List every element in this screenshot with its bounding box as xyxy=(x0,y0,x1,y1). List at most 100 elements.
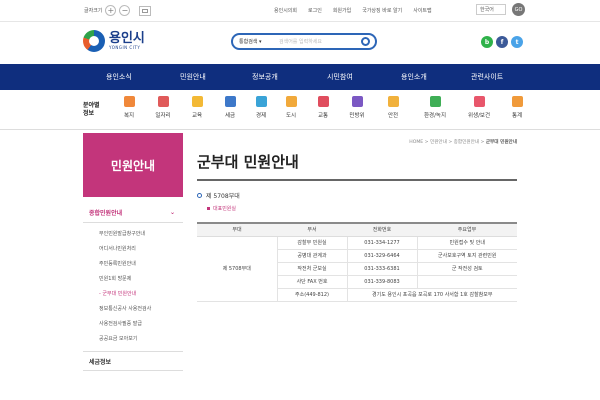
twitter-icon[interactable]: t xyxy=(511,36,523,48)
traffic-icon xyxy=(317,96,329,107)
lnb-item-kiosk[interactable]: 무인민원발급창구안내 xyxy=(99,227,183,242)
gnb-item-disclosure[interactable]: 정보공개 xyxy=(252,72,278,82)
category-education[interactable]: 교육 xyxy=(186,96,208,119)
gnb-item-news[interactable]: 용인소식 xyxy=(106,72,132,82)
site-logo[interactable]: 용인시 YONGIN CITY xyxy=(83,30,145,52)
health-icon xyxy=(473,96,485,107)
lnb-submenu: 무인민원발급창구안내 어디서나민원처리 주민등록민원안내 민원1회 방문제 - … xyxy=(83,223,183,347)
column-header: 주요업무 xyxy=(417,222,517,237)
table-cell: 031-339-8083 xyxy=(346,275,417,289)
link-join[interactable]: 회원가입 xyxy=(333,7,351,14)
link-login[interactable]: 로그인 xyxy=(308,7,322,14)
lnb-item-inspection-certificate[interactable]: 사용전검사필증 발급 xyxy=(99,317,183,332)
education-icon xyxy=(191,96,203,107)
category-title: 분야별 정보 xyxy=(83,102,100,117)
city-icon xyxy=(285,96,297,107)
unit-cell: 제 5708부대 xyxy=(197,236,277,302)
table-cell xyxy=(416,275,517,289)
gnb-item-civil[interactable]: 민원안내 xyxy=(180,72,206,82)
link-national-symbol[interactable]: 국가상징 바로 알기 xyxy=(362,7,402,14)
breadcrumb-general[interactable]: 종합민원안내 xyxy=(454,140,479,145)
facebook-icon[interactable]: f xyxy=(496,36,508,48)
tax-icon xyxy=(224,96,236,107)
table-cell: 군사보호구역 토지 관련민원 xyxy=(416,249,517,263)
social-links: b f t xyxy=(481,36,523,48)
category-tax[interactable]: 세금 xyxy=(219,96,241,119)
table-cell: 사단 FAX 번호 xyxy=(276,275,347,289)
print-icon xyxy=(142,8,149,13)
title-divider xyxy=(197,179,517,181)
chevron-down-icon: ⌄ xyxy=(169,209,175,216)
gnb-item-participation[interactable]: 시민참여 xyxy=(327,72,353,82)
lnb-item-one-visit[interactable]: 민원1회 방문제 xyxy=(99,272,183,287)
main-content: HOME > 민원안내 > 종합민원안내 > 군부대 민원안내 군부대 민원안내… xyxy=(197,133,517,400)
language-select[interactable]: 한국어 xyxy=(476,4,506,15)
category-city[interactable]: 도시 xyxy=(280,96,302,119)
link-sitemap[interactable]: 사이트맵 xyxy=(413,7,431,14)
contact-table: 부대 부서 전화번호 주요업무 제 5708부대 감찰부 민원실 031-334… xyxy=(197,222,517,302)
breadcrumb-civil[interactable]: 민원안내 xyxy=(430,140,447,145)
category-welfare[interactable]: 복지 xyxy=(118,96,140,119)
lnb-item-military[interactable]: - 군부대 민원안내 xyxy=(99,287,183,302)
address-cell: 경기도 용인시 포곡읍 포곡로 170 사서함 1호 감찰참모부 xyxy=(346,288,517,302)
search-input[interactable]: 검색어를 입력하세요 xyxy=(279,38,361,45)
table-cell: 작전처 군보실 xyxy=(276,262,347,276)
font-size-label: 글자크기 xyxy=(84,8,103,14)
category-health[interactable]: 위생/보건 xyxy=(464,96,494,119)
search-icon[interactable] xyxy=(361,37,370,46)
zoom-in-button[interactable]: + xyxy=(105,5,117,16)
civil-defense-icon xyxy=(351,96,363,107)
column-header: 부서 xyxy=(277,222,347,237)
lnb-item-utility-bills[interactable]: 공공요금 모아보기 xyxy=(99,332,183,347)
jobs-icon xyxy=(157,96,169,107)
print-button[interactable] xyxy=(139,5,152,16)
lnb-section-tax[interactable]: 세금정보 xyxy=(83,351,183,371)
unit-heading: 제 5708부대 xyxy=(197,191,240,200)
language-value: 한국어 xyxy=(480,7,494,13)
gnb-item-related-sites[interactable]: 관련사이트 xyxy=(471,72,503,82)
search-scope-select[interactable]: 통합검색 ▾ xyxy=(233,38,279,45)
page-title: 군부대 민원안내 xyxy=(197,153,299,171)
lnb-title: 민원안내 xyxy=(83,133,183,197)
environment-icon xyxy=(429,96,441,107)
gnb-item-about[interactable]: 용인소개 xyxy=(401,72,427,82)
bullet-icon xyxy=(197,193,202,198)
category-jobs[interactable]: 일자리 xyxy=(152,96,174,119)
lnb-section-general[interactable]: 종합민원안내 ⌄ xyxy=(83,203,183,223)
blog-icon[interactable]: b xyxy=(481,36,493,48)
table-header-row: 부대 부서 전화번호 주요업무 xyxy=(197,222,517,237)
table-cell: 감찰부 민원실 xyxy=(276,236,347,250)
logo-text: 용인시 xyxy=(109,31,145,46)
utility-bar: 글자크기 + − 용인시의회 로그인 회원가입 국가상징 바로 알기 사이트맵 … xyxy=(0,0,600,22)
table-cell: 주소(449-812) xyxy=(276,288,347,302)
lnb-item-telecom-inspection[interactable]: 정보통신공사 사용전검사 xyxy=(99,302,183,317)
table-cell: 031-334-1277 xyxy=(346,236,417,250)
go-button[interactable]: GO xyxy=(512,3,525,16)
category-bar: 분야별 정보 복지 일자리 교육 세금 경제 도시 교통 민방위 안전 환경/녹… xyxy=(0,90,600,130)
welfare-icon xyxy=(123,96,135,107)
city-emblem-icon xyxy=(83,30,105,52)
lnb-item-resident-registration[interactable]: 주민등록민원안내 xyxy=(99,257,183,272)
category-civil-defense[interactable]: 민방위 xyxy=(346,96,368,119)
category-economy[interactable]: 경제 xyxy=(250,96,272,119)
table-cell: 031-329-6464 xyxy=(346,249,417,263)
table-cell: 공병대 관계과 xyxy=(276,249,347,263)
category-environment[interactable]: 환경/녹지 xyxy=(420,96,450,119)
table-cell: 민원접수 및 안내 xyxy=(416,236,517,250)
lnb-item-anywhere[interactable]: 어디서나민원처리 xyxy=(99,242,183,257)
statistics-icon xyxy=(511,96,523,107)
safety-icon xyxy=(387,96,399,107)
category-statistics[interactable]: 통계 xyxy=(506,96,528,119)
representative-office-link[interactable]: 대표민원실 xyxy=(207,205,236,212)
logo-subtitle: YONGIN CITY xyxy=(109,45,141,50)
main-navigation: 용인소식 민원안내 정보공개 시민참여 용인소개 관련사이트 xyxy=(0,64,600,90)
left-navigation: 민원안내 종합민원안내 ⌄ 무인민원발급창구안내 어디서나민원처리 주민등록민원… xyxy=(83,133,183,400)
zoom-out-button[interactable]: − xyxy=(119,5,131,16)
link-council[interactable]: 용인시의회 xyxy=(274,7,297,14)
breadcrumb-home[interactable]: HOME xyxy=(409,140,423,145)
column-header: 부대 xyxy=(197,222,277,237)
category-traffic[interactable]: 교통 xyxy=(312,96,334,119)
category-safety[interactable]: 안전 xyxy=(382,96,404,119)
column-header: 전화번호 xyxy=(347,222,417,237)
breadcrumb-current: 군부대 민원안내 xyxy=(485,140,517,145)
